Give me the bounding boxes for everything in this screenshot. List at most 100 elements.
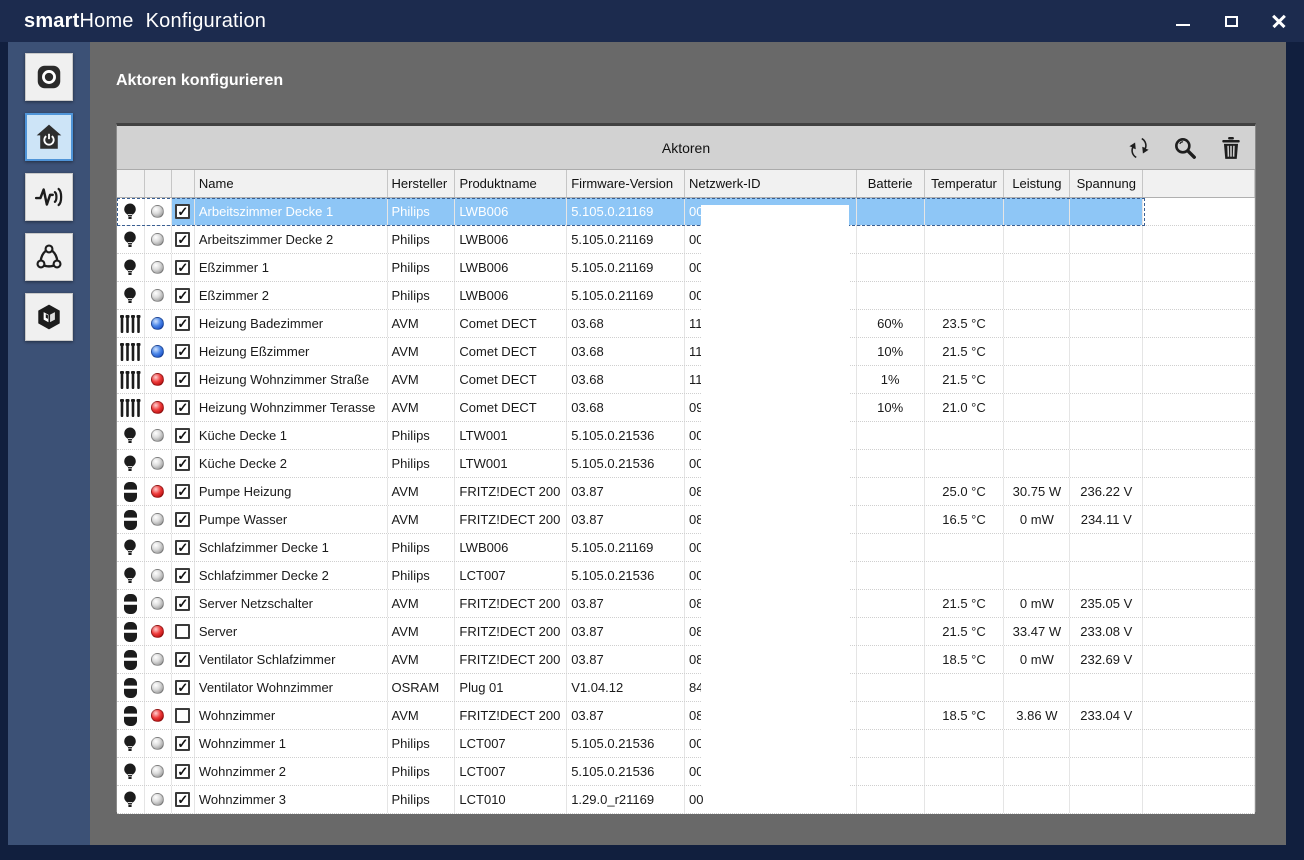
table-row[interactable]: Küche Decke 1PhilipsLTW0015.105.0.215360… bbox=[117, 422, 1255, 450]
row-checkbox[interactable] bbox=[175, 512, 191, 527]
row-checkbox[interactable] bbox=[175, 344, 191, 359]
row-checkbox[interactable] bbox=[175, 428, 191, 443]
batterie-cell bbox=[857, 590, 925, 617]
table-row[interactable]: Küche Decke 2PhilipsLTW0015.105.0.215360… bbox=[117, 450, 1255, 478]
batterie-cell bbox=[857, 758, 925, 785]
sidebar-item-home[interactable] bbox=[25, 113, 73, 161]
hersteller-cell: Philips bbox=[388, 422, 456, 449]
leistung-cell bbox=[1004, 422, 1071, 449]
column-header-batterie[interactable]: Batterie bbox=[857, 170, 925, 197]
row-checkbox[interactable] bbox=[175, 484, 191, 499]
table-row[interactable]: Arbeitszimmer Decke 1PhilipsLWB0065.105.… bbox=[117, 198, 1255, 226]
row-checkbox[interactable] bbox=[175, 372, 191, 387]
table-row[interactable]: Schlafzimmer Decke 1PhilipsLWB0065.105.0… bbox=[117, 534, 1255, 562]
minimize-icon[interactable] bbox=[1170, 8, 1196, 34]
batterie-cell bbox=[857, 702, 925, 729]
column-header-netzwerk-id[interactable]: Netzwerk-ID bbox=[685, 170, 857, 197]
search-icon[interactable] bbox=[1169, 132, 1201, 164]
row-checkbox[interactable] bbox=[175, 792, 191, 807]
column-header-empty[interactable] bbox=[117, 170, 145, 197]
table-row[interactable]: Pumpe HeizungAVMFRITZ!DECT 20003.870825.… bbox=[117, 478, 1255, 506]
row-checkbox[interactable] bbox=[175, 680, 191, 695]
temperatur-cell: 21.5 °C bbox=[925, 590, 1005, 617]
table-row[interactable]: Eßzimmer 1PhilipsLWB0065.105.0.2116900 bbox=[117, 254, 1255, 282]
trash-icon[interactable] bbox=[1215, 132, 1247, 164]
table-row[interactable]: Wohnzimmer 1PhilipsLCT0075.105.0.2153600 bbox=[117, 730, 1255, 758]
row-checkbox[interactable] bbox=[175, 708, 191, 723]
batterie-cell: 10% bbox=[857, 338, 925, 365]
column-header-leistung[interactable]: Leistung bbox=[1004, 170, 1071, 197]
table-row[interactable]: Heizung BadezimmerAVMComet DECT03.681160… bbox=[117, 310, 1255, 338]
table-row[interactable]: Wohnzimmer 3PhilipsLCT0101.29.0_r2116900 bbox=[117, 786, 1255, 814]
sidebar-item-sensors[interactable] bbox=[25, 173, 73, 221]
column-header-hersteller[interactable]: Hersteller bbox=[388, 170, 456, 197]
row-checkbox[interactable] bbox=[175, 568, 191, 583]
row-checkbox[interactable] bbox=[175, 400, 191, 415]
batterie-cell: 10% bbox=[857, 394, 925, 421]
table-row[interactable]: Schlafzimmer Decke 2PhilipsLCT0075.105.0… bbox=[117, 562, 1255, 590]
close-icon[interactable] bbox=[1266, 8, 1292, 34]
row-checkbox[interactable] bbox=[175, 456, 191, 471]
row-checkbox[interactable] bbox=[175, 764, 191, 779]
row-checkbox[interactable] bbox=[175, 596, 191, 611]
column-header-empty[interactable] bbox=[172, 170, 195, 197]
row-checkbox[interactable] bbox=[175, 232, 191, 247]
table-row[interactable]: Wohnzimmer 2PhilipsLCT0075.105.0.2153600 bbox=[117, 758, 1255, 786]
produktname-cell: LCT007 bbox=[455, 730, 568, 757]
table-row[interactable]: Pumpe WasserAVMFRITZ!DECT 20003.870816.5… bbox=[117, 506, 1255, 534]
row-checkbox[interactable] bbox=[175, 288, 191, 303]
maximize-icon[interactable] bbox=[1218, 8, 1244, 34]
table-row[interactable]: Heizung Wohnzimmer StraßeAVMComet DECT03… bbox=[117, 366, 1255, 394]
temperatur-cell: 21.5 °C bbox=[925, 618, 1005, 645]
sidebar-item-network[interactable] bbox=[25, 233, 73, 281]
row-checkbox-cell bbox=[172, 254, 195, 281]
bulb-icon bbox=[117, 730, 145, 757]
table-row[interactable]: Arbeitszimmer Decke 2PhilipsLWB0065.105.… bbox=[117, 226, 1255, 254]
status-dot-gray bbox=[145, 562, 172, 589]
temperatur-cell: 21.5 °C bbox=[925, 338, 1005, 365]
table-row[interactable]: Heizung EßzimmerAVMComet DECT03.681110%2… bbox=[117, 338, 1255, 366]
redaction-overlay bbox=[701, 205, 849, 792]
firmware-cell: 1.29.0_r21169 bbox=[567, 786, 685, 813]
table-row[interactable]: Wohnzimmer AVM FRITZ!DECT 200 03.87 08 18.5 °… bbox=[117, 702, 1255, 730]
refresh-icon[interactable] bbox=[1123, 132, 1155, 164]
row-checkbox-cell bbox=[172, 366, 195, 393]
sidebar-item-logo[interactable] bbox=[25, 293, 73, 341]
batterie-cell bbox=[857, 478, 925, 505]
row-checkbox[interactable] bbox=[175, 736, 191, 751]
column-header-spannung[interactable]: Spannung bbox=[1070, 170, 1144, 197]
spannung-cell bbox=[1070, 450, 1144, 477]
table-row[interactable]: Eßzimmer 2PhilipsLWB0065.105.0.2116900 bbox=[117, 282, 1255, 310]
table-row[interactable]: Server AVM FRITZ!DECT 200 03.87 08 21.5 °C 33.… bbox=[117, 618, 1255, 646]
status-dot-gray bbox=[145, 786, 172, 813]
table-row[interactable]: Heizung Wohnzimmer TerasseAVMComet DECT0… bbox=[117, 394, 1255, 422]
row-checkbox[interactable] bbox=[175, 204, 191, 219]
produktname-cell: Plug 01 bbox=[455, 674, 568, 701]
filler-cell bbox=[1143, 310, 1255, 337]
column-header-produktname[interactable]: Produktname bbox=[455, 170, 568, 197]
column-header-empty[interactable] bbox=[1143, 170, 1256, 197]
titlebar: smartHome Konfiguration bbox=[0, 0, 1304, 42]
table-row[interactable]: Ventilator SchlafzimmerAVMFRITZ!DECT 200… bbox=[117, 646, 1255, 674]
column-header-temperatur[interactable]: Temperatur bbox=[925, 170, 1005, 197]
column-header-firmware-version[interactable]: Firmware-Version bbox=[567, 170, 686, 197]
row-checkbox[interactable] bbox=[175, 652, 191, 667]
row-checkbox-cell bbox=[172, 646, 195, 673]
column-header-empty[interactable] bbox=[145, 170, 172, 197]
row-checkbox[interactable] bbox=[175, 540, 191, 555]
row-checkbox[interactable] bbox=[175, 260, 191, 275]
table-row[interactable]: Ventilator WohnzimmerOSRAMPlug 01V1.04.1… bbox=[117, 674, 1255, 702]
row-checkbox[interactable] bbox=[175, 624, 191, 639]
row-checkbox-cell bbox=[172, 338, 195, 365]
table-row[interactable]: Server NetzschalterAVMFRITZ!DECT 20003.8… bbox=[117, 590, 1255, 618]
row-checkbox[interactable] bbox=[175, 316, 191, 331]
name-cell: Arbeitszimmer Decke 1 bbox=[194, 198, 388, 225]
row-checkbox-cell bbox=[172, 786, 195, 813]
sidebar-item-webcam[interactable] bbox=[25, 53, 73, 101]
row-checkbox-cell bbox=[172, 730, 195, 757]
row-checkbox-cell bbox=[172, 506, 195, 533]
produktname-cell: LWB006 bbox=[455, 282, 568, 309]
column-header-name[interactable]: Name bbox=[195, 170, 388, 197]
row-checkbox-cell bbox=[172, 310, 195, 337]
row-checkbox-cell bbox=[172, 674, 195, 701]
